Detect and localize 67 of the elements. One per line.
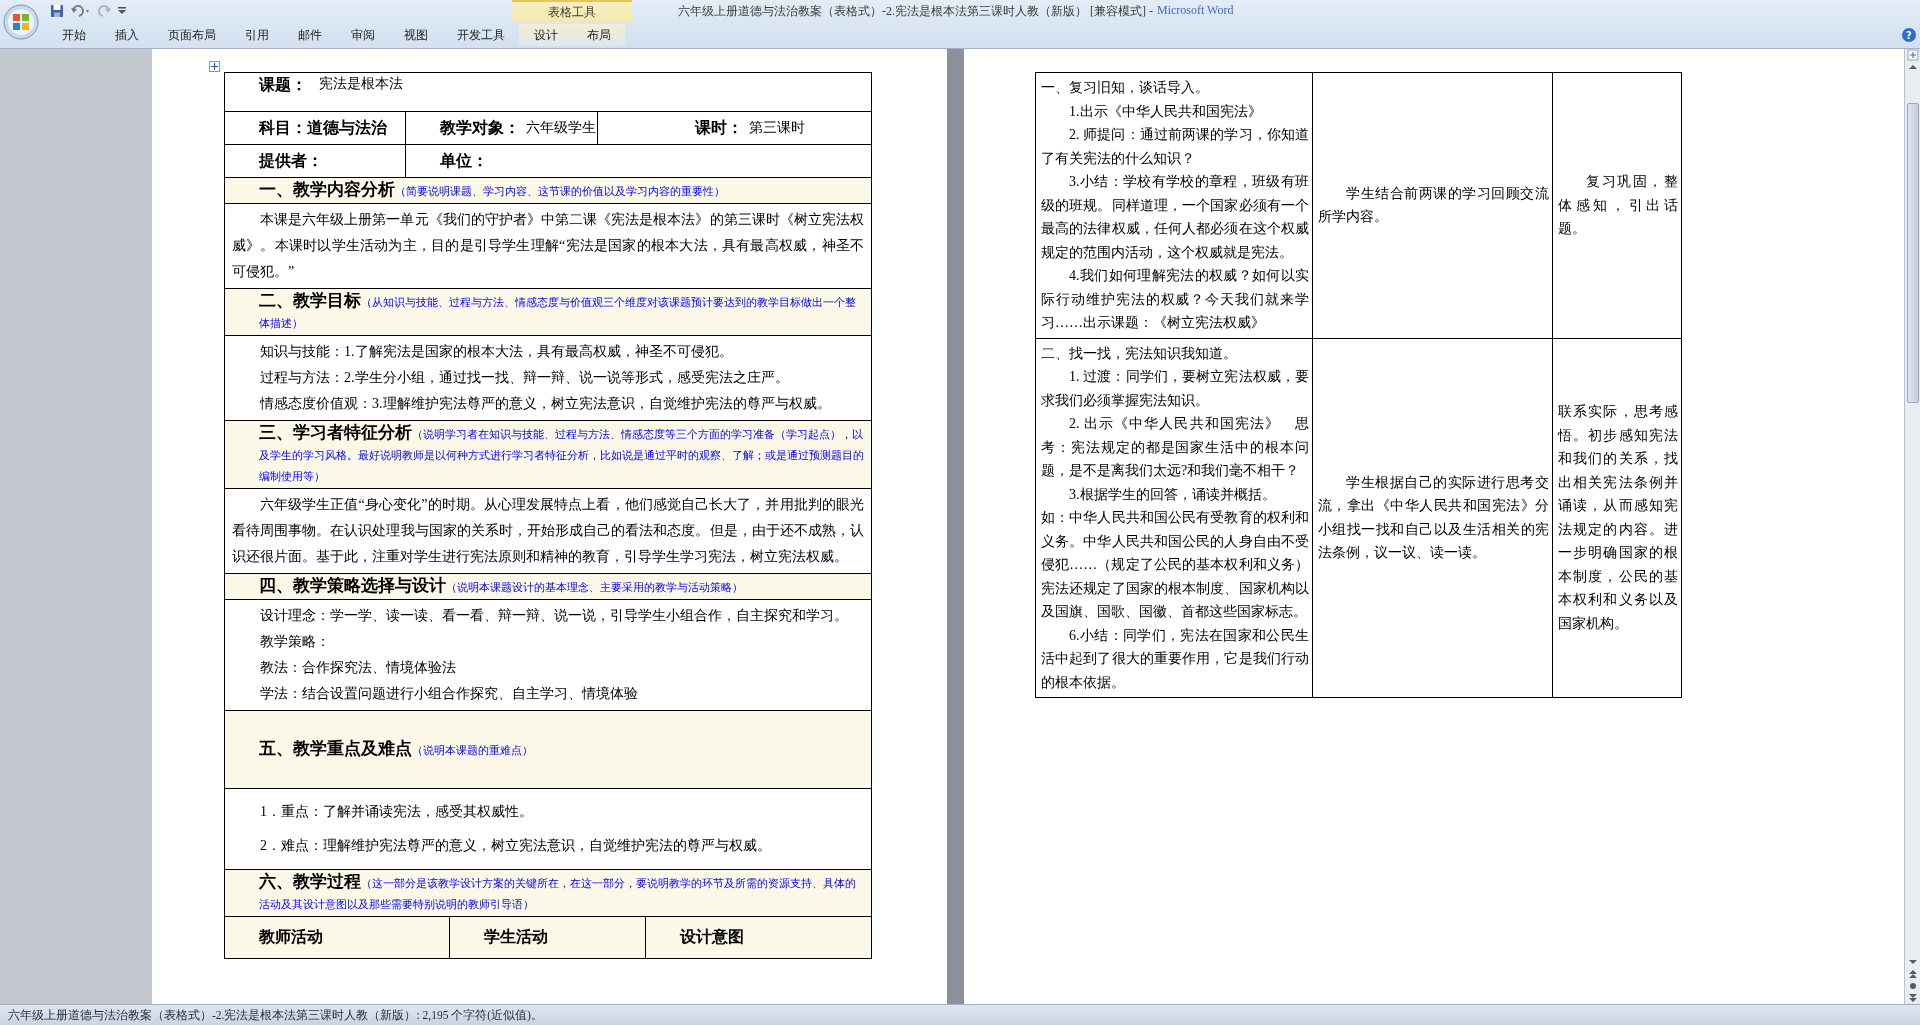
section-title: 三、学习者特征分析（说明学习者在知识与技能、过程与方法、情感态度等三个方面的学习准备（学习起点），以及学生的学习风格。最好说明教师是以何种方式进行学习者特征分析，比如说是通过平时的观察、了解；或是通过预测题目的编制使用等） <box>259 423 865 484</box>
paragraph: 二、找一找，宪法知识我知道。 <box>1041 344 1238 363</box>
ribbon-tab[interactable]: 视图 <box>389 24 442 46</box>
section-title: 五、教学重点及难点（说明本课题的重难点） <box>259 739 534 760</box>
paragraph: 过程与方法：2.学生分小组，通过找一找、辩一辩、说一说等形式，感受宪法之庄严。 <box>259 369 790 387</box>
paragraph: 6.小结：同学们，宪法在国家和公民生活中起到了很大的重要作用，它是我们行动的根本依据。 <box>1041 626 1309 692</box>
field-value: 宪法是根本法 <box>319 75 403 93</box>
paragraph: 1．重点：了解并诵读宪法，感受其权威性。 <box>259 803 534 821</box>
field-label: 科目：道德与法治 <box>259 117 387 138</box>
paragraph: 设计理念：学一学、读一读、看一看、辩一辩、说一说，引导学生小组合作，自主探究和学习。 <box>259 607 849 625</box>
paragraph: 六年级学生正值“身心变化”的时期。从心理发展特点上看，他们感觉自己长大了，并用批判的眼光看待周围事物。在认识处理我与国家的关系时，开始形成自己的看法和态度。但是，由于还不成熟，认识还很片面。基于此，注重对学生进行宪法原则和精神的教育，引导学生学习宪法，树立宪法权威。 <box>232 496 864 566</box>
ribbon-tab[interactable]: 开发工具 <box>442 24 519 46</box>
paragraph: 如：中华人民共和国公民有受教育的权利和义务。中华人民共和国公民的人身自由不受侵犯……（规定了公民的基本权利和义务）宪法还规定了国家的根本制度、国家机构以及国旗、国歌、国徽、首都这些国家标志。 <box>1041 509 1309 621</box>
ribbon-tab[interactable]: 设计 <box>519 24 572 46</box>
vertical-scrollbar[interactable] <box>1904 49 1920 1004</box>
save-icon[interactable] <box>50 4 64 18</box>
column-header: 教师活动 <box>258 927 324 947</box>
paragraph: 知识与技能：1.了解宪法是国家的根本大法，具有最高权威，神圣不可侵犯。 <box>259 343 734 361</box>
paragraph: 3.小结：学校有学校的章程，班级有班级的班规。同样道理，一个国家必须有一个最高的法律权威，任何人都必须在这个权威规定的范围内活动，这个权威就是宪法。 <box>1041 173 1309 262</box>
field-value: 第三课时 <box>748 119 805 137</box>
status-text: 六年级上册道德与法治教案（表格式）-2.宪法是根本法第三课时人教（新版）: 2,195 个字符(近似值)。 <box>8 1007 543 1023</box>
paragraph: 2. 师提问：通过前两课的学习，你知道了有关宪法的什么知识？ <box>1041 126 1309 168</box>
paragraph: 2. 出示《中华人民共和国宪法》 思考：宪法规定的都是国家生活中的根本问题，是不是离我们太远?和我们毫不相干？ <box>1041 415 1309 480</box>
paragraph: 学生结合前两课的学习回顾交流所学内容。 <box>1318 184 1549 227</box>
section-title: 一、教学内容分析（简要说明课题、学习内容、这节课的价值以及学习内容的重要性） <box>259 180 726 201</box>
ribbon-tab[interactable]: 审阅 <box>336 24 389 46</box>
section-title: 六、教学过程（这一部分是该教学设计方案的关键所在，在这一部分，要说明教学的环节及所需的资源支持、具体的活动及其设计意图以及那些需要特别说明的教师引导语） <box>259 872 857 912</box>
paragraph: 联系实际，思考感悟。初步感知宪法和我们的关系，找出相关宪法条例并诵读，从而感知宪法规定的内容。进一步明确国家的根本制度，公民的基本权利和义务以及国家机构。 <box>1558 403 1678 633</box>
field-label: 提供者： <box>259 150 323 171</box>
paragraph: 学法：结合设置问题进行小组合作探究、自主学习、情境体验 <box>259 685 639 703</box>
office-button[interactable] <box>2 3 40 41</box>
paragraph: 4.我们如何理解宪法的权威？如何以实际行动维护宪法的权威？今天我们就来学习……出示课题：《树立宪法权威》 <box>1041 267 1309 332</box>
paragraph: 本课是六年级上册第一单元《我们的守护者》中第二课《宪法是根本法》的第三课时《树立宪法权威》。本课时以学生活动为主，目的是引导学生理解“宪法是国家的根本大法，具有最高权威，神圣不可侵犯。” <box>232 211 864 281</box>
app-name: Microsoft Word <box>1157 2 1234 19</box>
paragraph: 1. 过渡：同学们，要树立宪法权威，要求我们必须掌握宪法知识。 <box>1041 368 1309 410</box>
undo-icon[interactable] <box>70 4 92 18</box>
customize-toolbar-icon[interactable] <box>118 7 126 15</box>
ribbon-tab[interactable]: 引用 <box>230 24 283 46</box>
paragraph: 教学策略： <box>259 633 331 651</box>
column-header: 学生活动 <box>449 917 645 958</box>
table-move-handle-icon[interactable] <box>209 61 220 72</box>
ribbon-tab[interactable]: 开始 <box>47 24 100 46</box>
field-label: 课时： <box>694 117 743 138</box>
window-title: 六年级上册道德与法治教案（表格式）-2.宪法是根本法第三课时人教（新版） [兼容模式] - <box>678 2 1153 20</box>
paragraph: 复习巩固，整体感知，引出话题。 <box>1558 173 1678 238</box>
field-label: 单位： <box>440 150 488 171</box>
section-title: 四、教学策略选择与设计（说明本课题设计的基本理念、主要采用的教学与活动策略） <box>259 576 744 597</box>
paragraph: 2．难点：理解维护宪法尊严的意义，树立宪法意识，自觉维护宪法的尊严与权威。 <box>259 837 772 855</box>
paragraph: 教法：合作探究法、情境体验法 <box>259 659 457 677</box>
paragraph: 学生根据自己的实际进行思考交流，拿出《中华人民共和国宪法》分小组找一找和自己以及生活相关的宪法条例，议一议、读一读。 <box>1318 473 1549 563</box>
help-button[interactable]: ? <box>1902 28 1916 42</box>
ribbon-tab[interactable]: 插入 <box>100 24 153 46</box>
paragraph: 情感态度价值观：3.理解维护宪法尊严的意义，树立宪法意识，自觉维护宪法的尊严与权威。 <box>258 395 832 413</box>
section-title: 二、教学目标（从知识与技能、过程与方法、情感态度与价值观三个维度对该课题预计要达到的教学目标做出一个整体描述） <box>259 291 857 331</box>
paragraph: 1.出示《中华人民共和国宪法》 <box>1068 102 1263 121</box>
paragraph: 一、复习旧知，谈话导入。 <box>1041 79 1210 97</box>
column-header: 设计意图 <box>645 917 871 958</box>
paragraph: 3.根据学生的回答，诵读并概括。 <box>1068 485 1277 504</box>
scroll-thumb[interactable] <box>1906 103 1919 403</box>
field-value: 六年级学生 <box>526 119 596 137</box>
field-label: 教学对象： <box>440 117 520 138</box>
context-tab-label: 表格工具 <box>512 0 632 22</box>
ruler-toggle-icon[interactable] <box>1906 49 1919 61</box>
field-label: 课题： <box>259 75 307 95</box>
ribbon-tab[interactable]: 页面布局 <box>153 24 230 46</box>
ribbon-tab[interactable]: 布局 <box>572 24 625 46</box>
ribbon-tab[interactable]: 邮件 <box>283 24 336 46</box>
